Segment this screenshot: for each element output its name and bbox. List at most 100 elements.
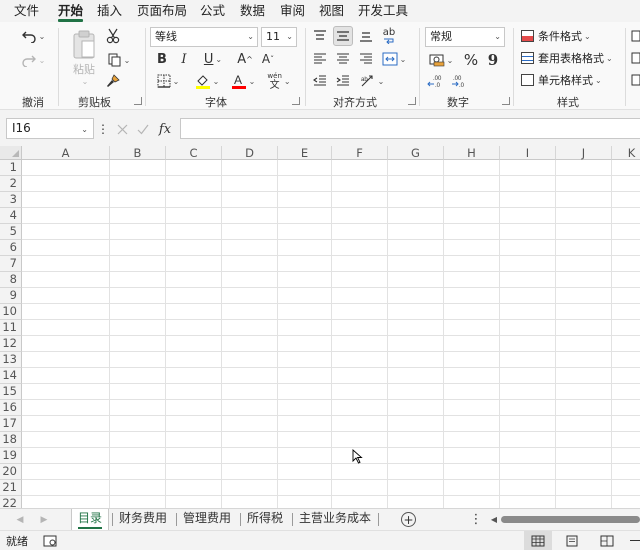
alignment-launcher[interactable] bbox=[408, 97, 416, 105]
delete-cells-icon[interactable] bbox=[631, 50, 640, 66]
column-header-d[interactable]: D bbox=[222, 146, 278, 160]
copy-button[interactable]: ⌄ bbox=[104, 50, 134, 70]
fill-color-button[interactable]: ⌄ bbox=[192, 72, 222, 90]
more-options-icon[interactable]: ⋮ bbox=[97, 120, 109, 138]
format-as-table-button[interactable]: 套用表格格式 ⌄ bbox=[521, 49, 613, 67]
merge-center-button[interactable]: ⌄ bbox=[379, 50, 409, 68]
row-header-4[interactable]: 4 bbox=[0, 208, 22, 224]
font-color-button[interactable]: A ⌄ bbox=[228, 72, 258, 90]
row-header-20[interactable]: 20 bbox=[0, 464, 22, 480]
decrease-decimal-button[interactable]: .00.0 bbox=[450, 72, 470, 90]
page-layout-view-button[interactable] bbox=[562, 533, 582, 548]
clipboard-launcher[interactable] bbox=[134, 97, 142, 105]
column-header-h[interactable]: H bbox=[444, 146, 500, 160]
add-sheet-button[interactable]: + bbox=[401, 512, 416, 527]
menu-view[interactable]: 视图 bbox=[319, 2, 344, 20]
row-header-1[interactable]: 1 bbox=[0, 160, 22, 176]
page-break-view-button[interactable] bbox=[597, 533, 617, 548]
row-header-12[interactable]: 12 bbox=[0, 336, 22, 352]
worksheet-grid[interactable]: A B C D E F G H I J K 1 2 3 4 5 6 7 8 9 10 11 12 13 14 15 16 17 18 19… bbox=[0, 146, 640, 508]
format-cells-icon[interactable] bbox=[631, 72, 640, 88]
insert-function-button[interactable]: fx bbox=[156, 120, 174, 138]
menu-developer[interactable]: 开发工具 bbox=[358, 2, 408, 20]
row-header-14[interactable]: 14 bbox=[0, 368, 22, 384]
conditional-formatting-button[interactable]: 条件格式 ⌄ bbox=[521, 27, 591, 45]
phonetic-guide-button[interactable]: wén 文 ⌄ bbox=[264, 70, 294, 92]
menu-home[interactable]: 开始 bbox=[58, 2, 84, 22]
align-right-button[interactable] bbox=[357, 50, 375, 68]
increase-indent-button[interactable] bbox=[334, 72, 352, 90]
decrease-indent-button[interactable] bbox=[311, 72, 329, 90]
menu-review[interactable]: 审阅 bbox=[280, 2, 305, 20]
insert-cells-icon[interactable] bbox=[631, 28, 640, 44]
menu-file[interactable]: 文件 bbox=[14, 2, 39, 20]
formula-input[interactable] bbox=[180, 118, 640, 139]
next-sheet-icon[interactable]: ▶ bbox=[38, 512, 50, 527]
menu-data[interactable]: 数据 bbox=[240, 2, 265, 20]
row-header-15[interactable]: 15 bbox=[0, 384, 22, 400]
cancel-icon[interactable] bbox=[114, 120, 130, 138]
prev-sheet-icon[interactable]: ◀ bbox=[14, 512, 26, 527]
font-size-select[interactable]: 11 ⌄ bbox=[261, 27, 297, 47]
row-header-2[interactable]: 2 bbox=[0, 176, 22, 192]
horizontal-scrollbar[interactable] bbox=[501, 516, 640, 523]
italic-button[interactable]: I bbox=[176, 50, 192, 68]
menu-insert[interactable]: 插入 bbox=[97, 2, 122, 20]
row-header-22[interactable]: 22 bbox=[0, 496, 22, 508]
column-header-k[interactable]: K bbox=[612, 146, 640, 160]
row-header-7[interactable]: 7 bbox=[0, 256, 22, 272]
percent-style-button[interactable]: % bbox=[462, 50, 480, 70]
row-header-5[interactable]: 5 bbox=[0, 224, 22, 240]
increase-font-button[interactable]: A ^ bbox=[236, 50, 254, 68]
paste-button[interactable]: 粘贴 ⌄ bbox=[68, 26, 100, 88]
sheet-tab-catalog[interactable]: 目录 bbox=[71, 509, 110, 530]
align-left-button[interactable] bbox=[311, 50, 329, 68]
row-header-19[interactable]: 19 bbox=[0, 448, 22, 464]
comma-style-button[interactable]: 9 bbox=[484, 50, 502, 70]
increase-decimal-button[interactable]: .00.0 bbox=[426, 72, 446, 90]
row-header-3[interactable]: 3 bbox=[0, 192, 22, 208]
name-box[interactable]: I16 ⌄ bbox=[6, 118, 94, 139]
font-name-select[interactable]: 等线 ⌄ bbox=[150, 27, 258, 47]
column-header-f[interactable]: F bbox=[332, 146, 388, 160]
normal-view-button[interactable] bbox=[524, 531, 552, 550]
column-header-b[interactable]: B bbox=[110, 146, 166, 160]
wrap-text-button[interactable]: ab bbox=[380, 26, 398, 46]
underline-button[interactable]: U ⌄ bbox=[198, 50, 228, 68]
number-launcher[interactable] bbox=[502, 97, 510, 105]
sheet-tab-admin-expense[interactable]: 管理费用 bbox=[183, 509, 231, 530]
sheet-tab-main-business-cost[interactable]: 主营业务成本 bbox=[299, 509, 371, 530]
column-header-g[interactable]: G bbox=[388, 146, 444, 160]
cut-button[interactable] bbox=[104, 26, 122, 46]
row-header-9[interactable]: 9 bbox=[0, 288, 22, 304]
scroll-left-icon[interactable]: ◀ bbox=[489, 512, 499, 527]
zoom-out-icon[interactable] bbox=[630, 540, 640, 541]
tab-options-icon[interactable]: ⋮ bbox=[470, 512, 483, 527]
accounting-format-button[interactable]: ⌄ bbox=[425, 50, 457, 70]
column-header-i[interactable]: I bbox=[500, 146, 556, 160]
select-all-button[interactable] bbox=[0, 146, 22, 160]
column-header-e[interactable]: E bbox=[278, 146, 332, 160]
sheet-tab-finance-expense[interactable]: 财务费用 bbox=[119, 509, 167, 530]
font-launcher[interactable] bbox=[292, 97, 300, 105]
row-header-8[interactable]: 8 bbox=[0, 272, 22, 288]
align-bottom-button[interactable] bbox=[357, 27, 375, 45]
decrease-font-button[interactable]: Aˇ bbox=[259, 50, 277, 68]
sheet-tab-income-tax[interactable]: 所得税 bbox=[247, 509, 283, 530]
orientation-button[interactable]: ab ⌄ bbox=[357, 72, 387, 90]
row-header-13[interactable]: 13 bbox=[0, 352, 22, 368]
undo-button[interactable]: ⌄ bbox=[18, 26, 48, 46]
cell-styles-button[interactable]: 单元格样式 ⌄ bbox=[521, 71, 602, 89]
align-center-button[interactable] bbox=[334, 50, 352, 68]
enter-icon[interactable] bbox=[135, 120, 151, 138]
row-header-6[interactable]: 6 bbox=[0, 240, 22, 256]
macro-record-button[interactable] bbox=[42, 533, 58, 548]
bold-button[interactable]: B bbox=[154, 50, 170, 68]
borders-button[interactable]: ⌄ bbox=[152, 72, 184, 90]
column-header-a[interactable]: A bbox=[22, 146, 110, 160]
column-header-c[interactable]: C bbox=[166, 146, 222, 160]
align-top-button[interactable] bbox=[311, 27, 329, 45]
format-painter-button[interactable] bbox=[104, 72, 122, 90]
row-header-21[interactable]: 21 bbox=[0, 480, 22, 496]
column-header-j[interactable]: J bbox=[556, 146, 612, 160]
